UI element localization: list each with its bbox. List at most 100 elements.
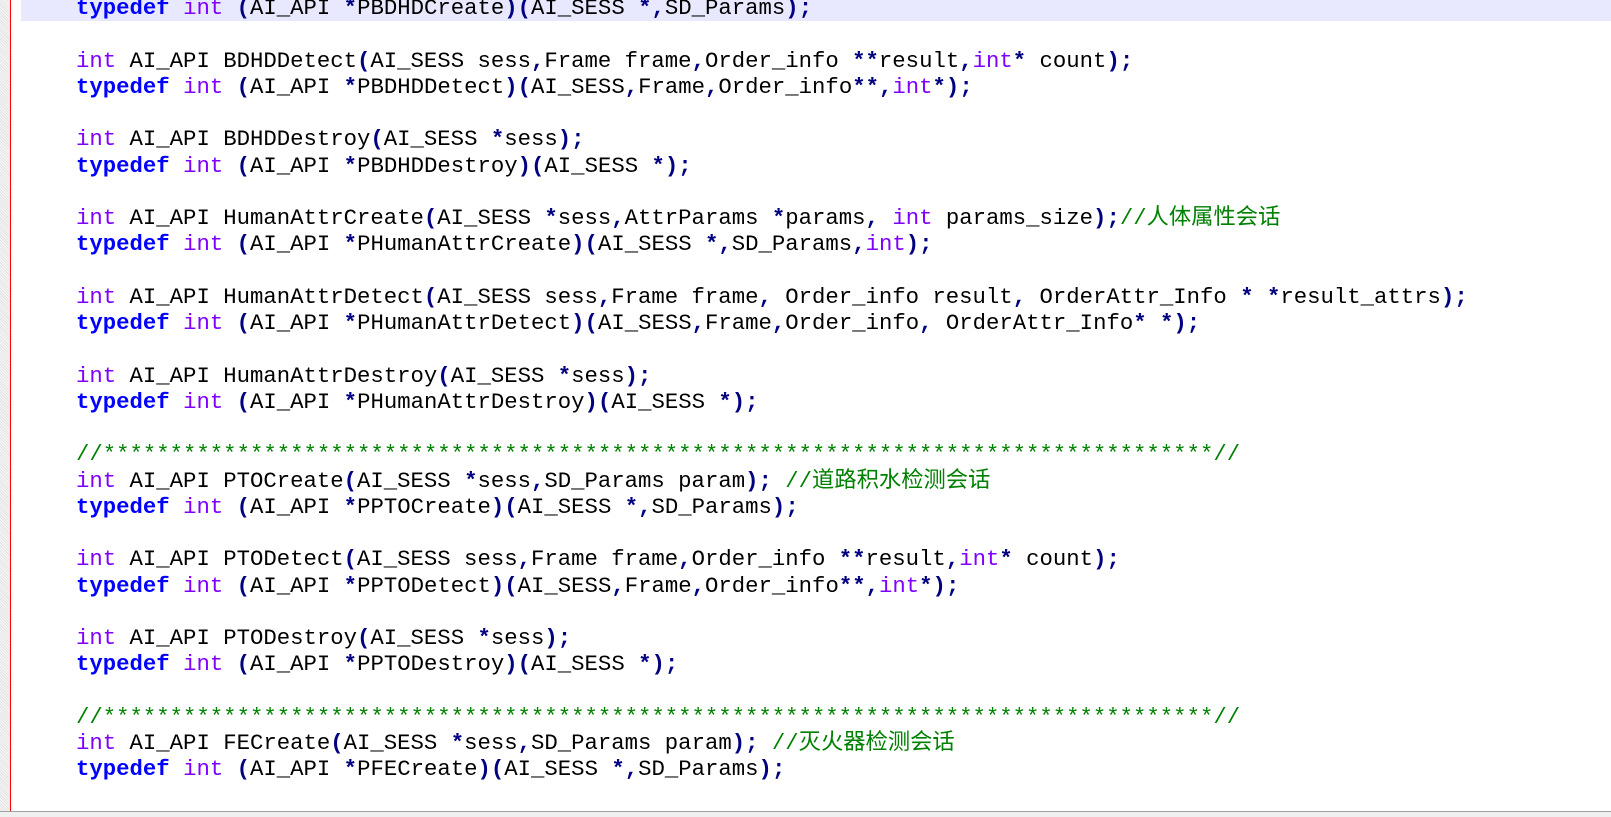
identifier-token: PHumanAttrDestroy (357, 388, 585, 415)
identifier-token: AI_SESS (343, 730, 451, 756)
identifier-token: AI_SESS (517, 493, 625, 520)
identifier-token: result (865, 546, 946, 573)
code-line[interactable] (21, 179, 1611, 205)
identifier-token: sess (504, 126, 558, 153)
fold-margin[interactable] (0, 0, 10, 812)
operator-token: ( (423, 283, 438, 310)
type-token: int (76, 126, 117, 153)
code-line[interactable]: typedef int (AI_API *PPTODetect)(AI_SESS… (21, 573, 1611, 599)
code-line[interactable]: int AI_API FECreate(AI_SESS *sess,SD_Par… (21, 730, 1611, 756)
operator-token: , (865, 572, 879, 599)
identifier-token: AI_API PTODestroy (116, 625, 358, 651)
identifier-token: params (785, 205, 866, 231)
code-line[interactable]: int AI_API HumanAttrDestroy(AI_SESS *ses… (21, 363, 1611, 389)
identifier-token (170, 651, 183, 677)
code-line[interactable] (21, 415, 1611, 441)
identifier-token: AI_SESS (597, 310, 692, 336)
code-line[interactable]: typedef int (AI_API *PHumanAttrDetect)(A… (21, 310, 1611, 336)
code-line[interactable]: typedef int (AI_API *PPTODestroy)(AI_SES… (21, 651, 1611, 677)
identifier-token: Frame frame (611, 283, 759, 310)
identifier-token: SD_Params (651, 493, 772, 520)
code-line[interactable]: int AI_API HumanAttrDetect(AI_SESS sess,… (21, 284, 1611, 310)
operator-token: , (624, 756, 639, 783)
identifier-token: AI_API (250, 152, 344, 179)
code-line[interactable]: typedef int (AI_API *PFECreate)(AI_SESS … (21, 756, 1611, 782)
code-line[interactable] (21, 100, 1611, 126)
type-token: int (183, 572, 224, 599)
code-line[interactable] (21, 678, 1611, 704)
identifier-token: sess (557, 205, 612, 231)
identifier-token: count (1012, 546, 1094, 573)
identifier-token: AI_API (250, 756, 344, 783)
identifier-token: Order_info (718, 73, 853, 100)
code-line[interactable] (21, 258, 1611, 284)
identifier-token: AI_SESS (357, 467, 465, 494)
operator-token: ; (1106, 546, 1120, 573)
code-line[interactable]: typedef int (AI_API *PHumanAttrDestroy)(… (21, 389, 1611, 415)
identifier-token: AI_API (250, 0, 344, 21)
identifier-token: params_size (932, 205, 1094, 231)
code-line[interactable] (21, 599, 1611, 625)
operator-token: , (919, 310, 933, 336)
operator-token: ( (437, 362, 451, 389)
operator-token: , (691, 47, 705, 74)
operator-token: ) (490, 572, 505, 599)
keyword-token: typedef (76, 651, 170, 678)
code-area[interactable]: typedef int (AI_API *PBDHDCreate)(AI_SES… (21, 0, 1611, 783)
operator-token: , (691, 572, 706, 599)
code-line[interactable]: int AI_API PTODetect(AI_SESS sess,Frame … (21, 546, 1611, 572)
code-line[interactable] (21, 336, 1611, 362)
code-editor[interactable]: typedef int (AI_API *PBDHDCreate)(AI_SES… (11, 0, 1611, 812)
code-line[interactable]: typedef int (AI_API *PBDHDDetect)(AI_SES… (21, 74, 1611, 100)
operator-token: ( (357, 625, 371, 651)
identifier-token (223, 0, 236, 21)
operator-token: * (932, 73, 946, 100)
identifier-token: AI_API (250, 388, 344, 415)
operator-token: , (852, 231, 866, 258)
operator-token: ( (330, 730, 344, 756)
identifier-token (170, 153, 183, 179)
operator-token: , (651, 0, 665, 21)
operator-token: * (1160, 310, 1174, 336)
code-line[interactable]: int AI_API HumanAttrCreate(AI_SESS *sess… (21, 205, 1611, 231)
code-line[interactable]: int AI_API PTOCreate(AI_SESS *sess,SD_Pa… (21, 468, 1611, 494)
operator-token: ; (758, 467, 772, 494)
identifier-token: PHumanAttrDetect (357, 310, 572, 336)
operator-token: * (838, 546, 853, 573)
operator-token: ( (236, 152, 250, 179)
code-line[interactable]: typedef int (AI_API *PBDHDCreate)(AI_SES… (21, 0, 1611, 22)
code-line[interactable]: //**************************************… (21, 441, 1611, 467)
operator-token: * (865, 47, 879, 74)
operator-token: * (477, 625, 491, 651)
operator-token: ( (504, 572, 518, 599)
identifier-token: count (1026, 47, 1107, 74)
identifier-token (879, 205, 892, 231)
code-line[interactable]: typedef int (AI_API *PPTOCreate)(AI_SESS… (21, 494, 1611, 520)
identifier-token: PBDHDDestroy (357, 152, 518, 179)
operator-token: ( (236, 388, 250, 415)
operator-token: ) (771, 493, 786, 520)
code-line[interactable]: int AI_API BDHDDetect(AI_SESS sess,Frame… (21, 48, 1611, 74)
identifier-token: Frame frame (530, 546, 679, 573)
operator-token: * (1266, 283, 1281, 310)
code-line[interactable]: typedef int (AI_API *PBDHDDestroy)(AI_SE… (21, 153, 1611, 179)
operator-token: , (945, 546, 960, 573)
code-line[interactable] (21, 21, 1611, 47)
horizontal-scrollbar[interactable] (0, 811, 1611, 817)
operator-token: ( (343, 467, 358, 494)
identifier-token: AI_API HumanAttrDetect (116, 283, 424, 310)
code-line[interactable] (21, 520, 1611, 546)
operator-token: ( (597, 388, 612, 415)
operator-token: * (343, 388, 358, 415)
code-line[interactable]: typedef int (AI_API *PHumanAttrCreate)(A… (21, 231, 1611, 257)
code-line[interactable]: //**************************************… (21, 704, 1611, 730)
operator-token: * (838, 572, 853, 599)
code-line[interactable]: int AI_API PTODestroy(AI_SESS *sess); (21, 625, 1611, 651)
code-line[interactable]: int AI_API BDHDDestroy(AI_SESS *sess); (21, 126, 1611, 152)
keyword-token: typedef (76, 756, 170, 783)
identifier-token: Order_info (704, 47, 853, 74)
identifier-token: PFECreate (357, 756, 478, 783)
identifier-token (170, 0, 183, 21)
identifier-token (170, 389, 183, 415)
operator-token: , (678, 546, 692, 573)
